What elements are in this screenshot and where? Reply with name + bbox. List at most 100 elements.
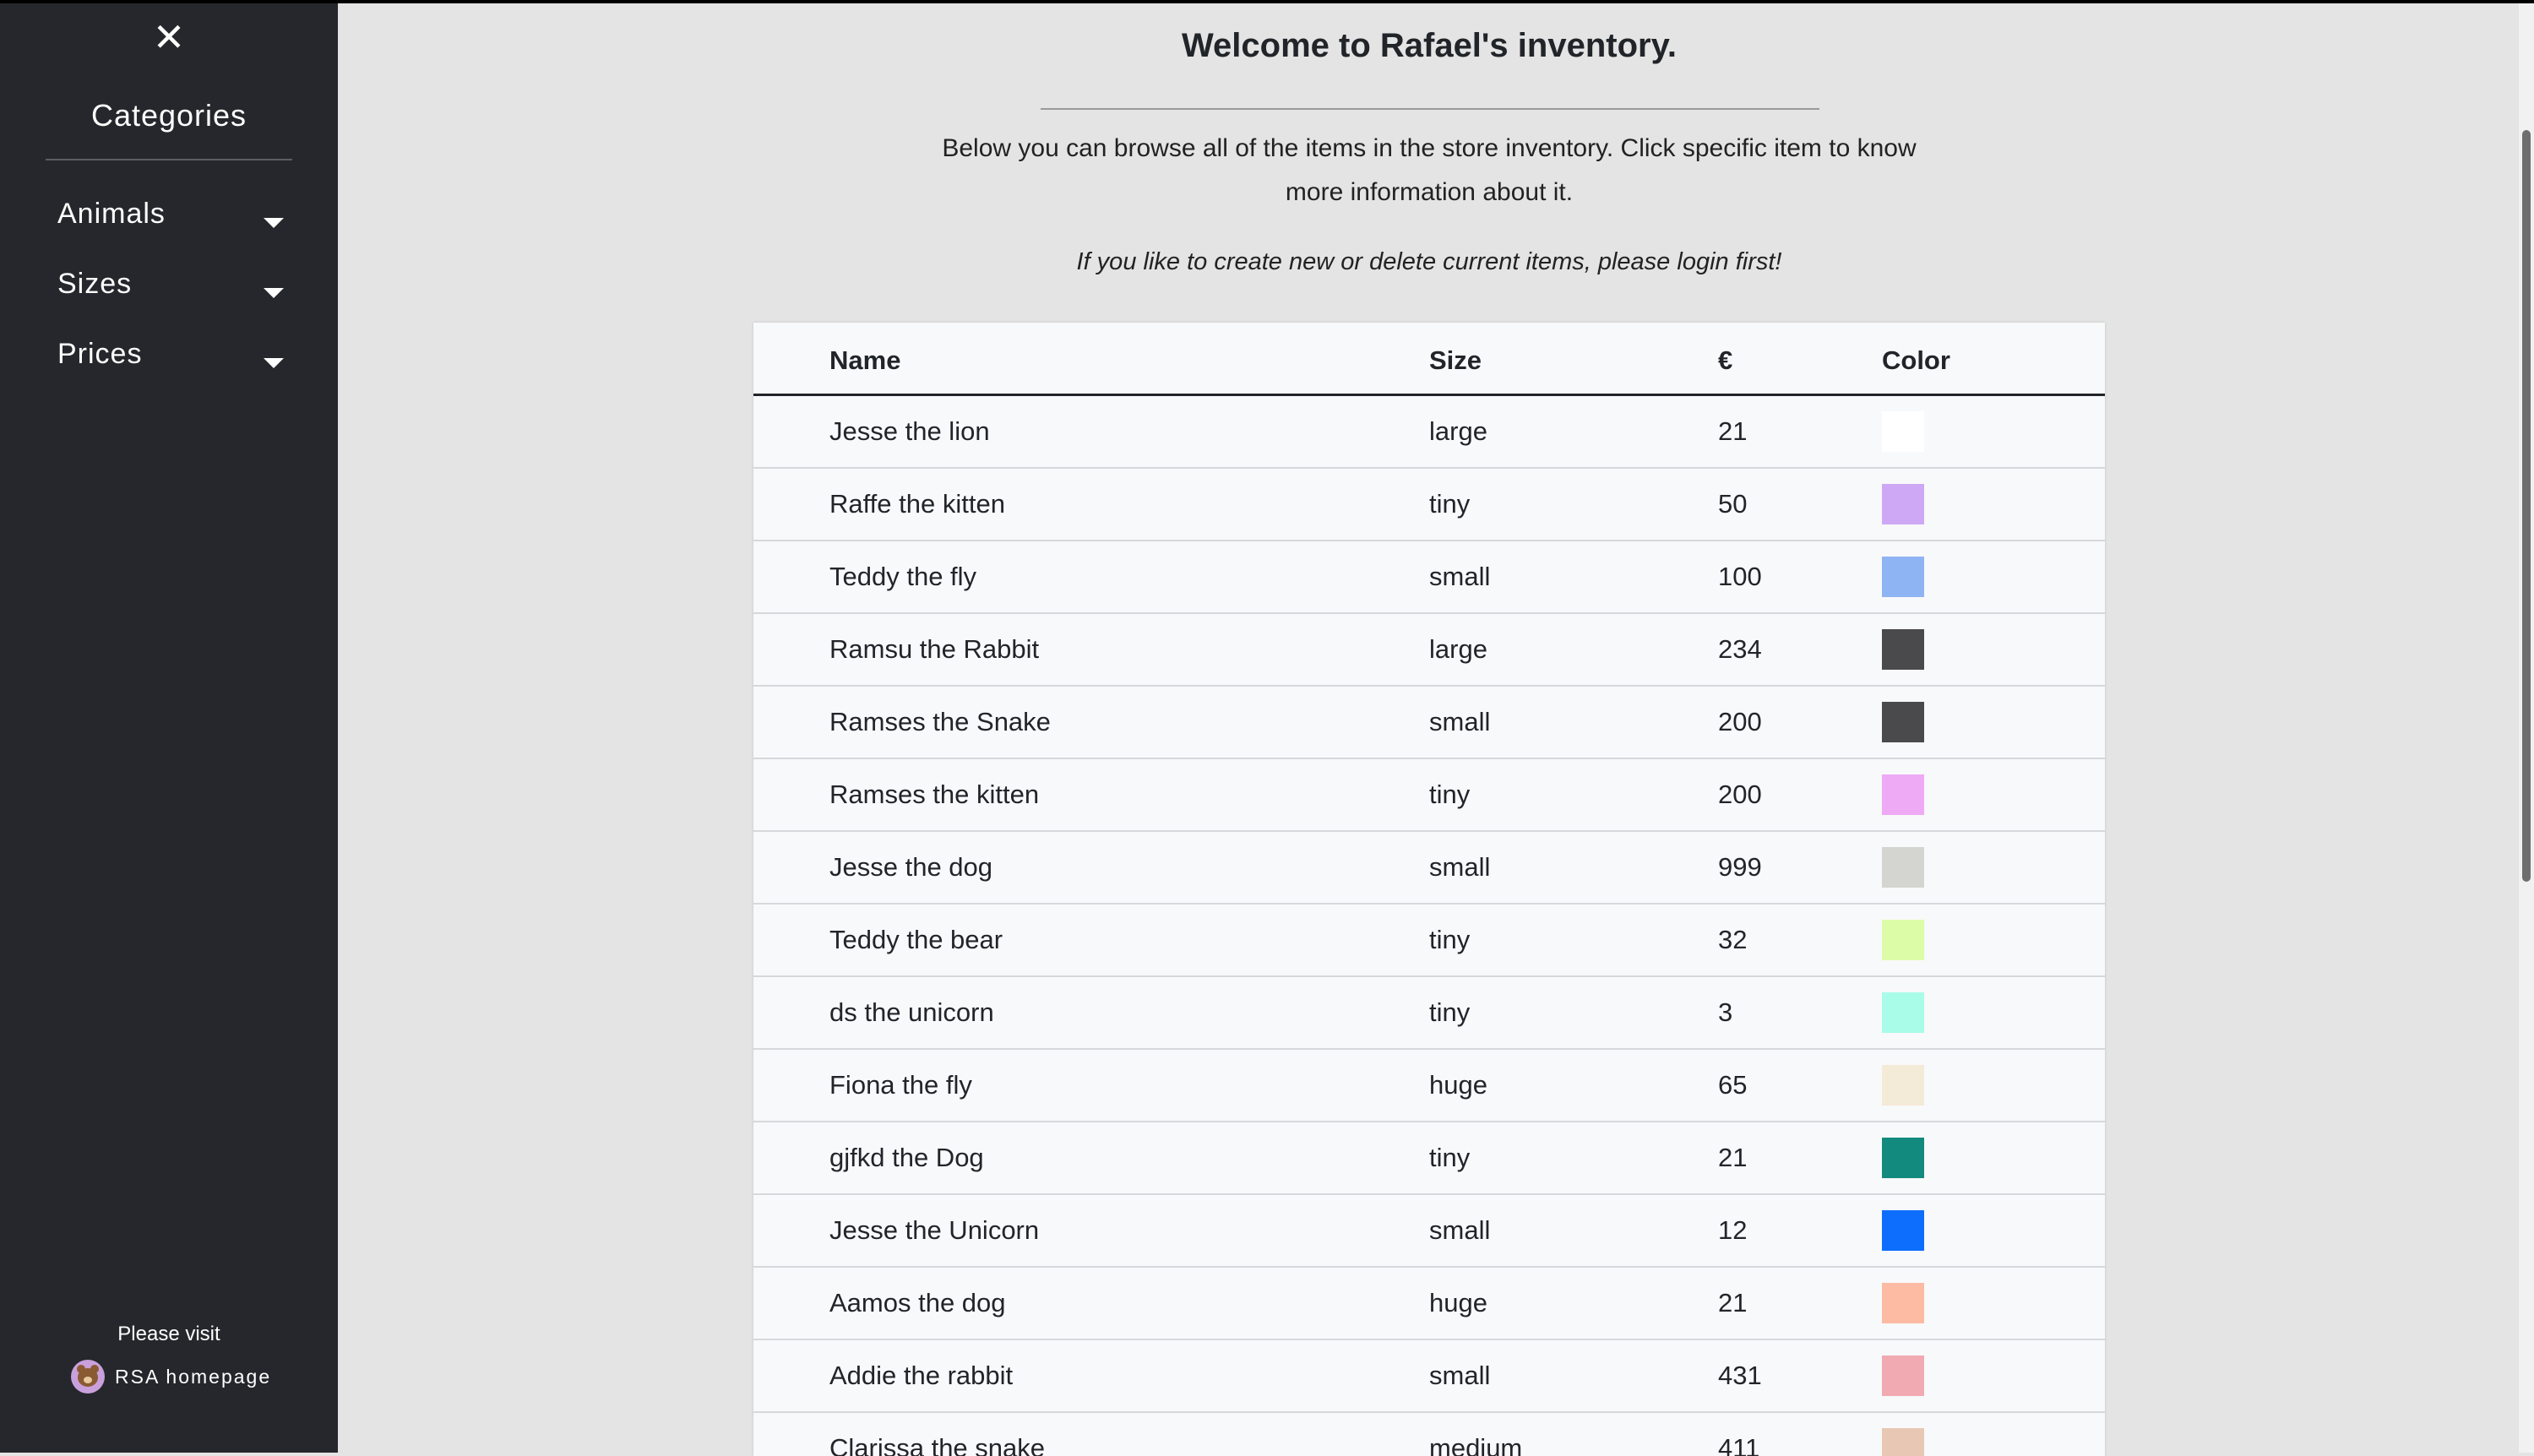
table-header: Name Size € Color	[753, 323, 2105, 396]
cell-price: 21	[1718, 416, 1748, 446]
table-row[interactable]: Fiona the fly huge 65	[753, 1050, 2105, 1122]
cell-name: gjfkd the Dog	[829, 1143, 984, 1172]
column-header-name[interactable]: Name	[829, 323, 900, 394]
intro-text: Below you can browse all of the items in…	[942, 134, 1917, 206]
table-row[interactable]: Raffe the kitten tiny 50	[753, 469, 2105, 541]
color-swatch	[1882, 1065, 1924, 1106]
caret-down-icon[interactable]	[264, 358, 284, 368]
cell-price: 411	[1718, 1433, 1760, 1456]
cell-price: 32	[1718, 925, 1748, 954]
table-row[interactable]: Teddy the bear tiny 32	[753, 905, 2105, 977]
cell-price: 200	[1718, 780, 1762, 809]
color-swatch	[1882, 1283, 1924, 1323]
color-swatch	[1882, 992, 1924, 1033]
cell-name: Jesse the Unicorn	[829, 1215, 1040, 1245]
close-sidebar-button[interactable]: ✕	[150, 15, 188, 59]
cell-size: small	[1429, 1215, 1491, 1245]
cell-size: huge	[1429, 1288, 1487, 1317]
table-row[interactable]: Ramses the kitten tiny 200	[753, 759, 2105, 832]
cell-name: Raffe the kitten	[829, 489, 1005, 519]
login-note: If you like to create new or delete curr…	[1076, 248, 1782, 275]
page-scrollbar[interactable]	[2519, 3, 2534, 1453]
cell-size: tiny	[1429, 997, 1471, 1027]
scrollbar-thumb[interactable]	[2522, 130, 2531, 882]
title-divider	[1041, 108, 1819, 110]
table-row[interactable]: Jesse the Unicorn small 12	[753, 1195, 2105, 1268]
column-header-price[interactable]: €	[1718, 323, 1732, 394]
categories-sidebar: ✕ Categories Animals Sizes Prices Please…	[0, 3, 338, 1453]
cell-name: Teddy the fly	[829, 562, 977, 591]
cell-name: Clarissa the snake	[829, 1433, 1046, 1456]
caret-down-icon[interactable]	[264, 288, 284, 298]
sidebar-item-sizes[interactable]: Sizes	[57, 263, 294, 310]
cell-price: 3	[1718, 997, 1733, 1027]
cell-name: Aamos the dog	[829, 1288, 1006, 1317]
column-header-color[interactable]: Color	[1882, 323, 1950, 394]
sidebar-item-label: Sizes	[57, 268, 133, 300]
inventory-table: Name Size € Color Jesse the lion large 21 R…	[753, 323, 2105, 1456]
cell-size: tiny	[1429, 780, 1471, 809]
cell-size: tiny	[1429, 1143, 1471, 1172]
cell-size: tiny	[1429, 925, 1471, 954]
cell-price: 65	[1718, 1070, 1748, 1100]
cell-size: small	[1429, 707, 1491, 736]
column-header-size[interactable]: Size	[1429, 323, 1482, 394]
color-swatch	[1882, 557, 1924, 597]
cell-size: small	[1429, 852, 1491, 882]
table-row[interactable]: Ramsu the Rabbit large 234	[753, 614, 2105, 687]
cell-name: Ramsu the Rabbit	[829, 634, 1040, 664]
cell-price: 431	[1718, 1361, 1762, 1390]
table-body: Jesse the lion large 21 Raffe the kitten tin…	[753, 396, 2105, 1456]
cell-name: ds the unicorn	[829, 997, 994, 1027]
color-swatch	[1882, 774, 1924, 815]
sidebar-item-label: Prices	[57, 338, 143, 370]
caret-down-icon[interactable]	[264, 218, 284, 228]
sidebar-item-label: Animals	[57, 198, 166, 230]
table-row[interactable]: Aamos the dog huge 21	[753, 1268, 2105, 1340]
bear-logo-icon	[71, 1360, 105, 1394]
visit-text: Please visit	[117, 1323, 220, 1345]
cell-name: Addie the rabbit	[829, 1361, 1014, 1390]
cell-name: Teddy the bear	[829, 925, 1003, 954]
table-row[interactable]: Addie the rabbit small 431	[753, 1340, 2105, 1413]
color-swatch	[1882, 1138, 1924, 1178]
sidebar-item-prices[interactable]: Prices	[57, 333, 294, 380]
cell-size: large	[1429, 416, 1487, 446]
table-row[interactable]: Jesse the dog small 999	[753, 832, 2105, 905]
color-swatch	[1882, 629, 1924, 670]
rsa-homepage-label[interactable]: RSA homepage	[115, 1366, 271, 1388]
table-row[interactable]: Teddy the fly small 100	[753, 541, 2105, 614]
color-swatch	[1882, 484, 1924, 524]
cell-price: 21	[1718, 1143, 1748, 1172]
cell-size: large	[1429, 634, 1487, 664]
cell-price: 234	[1718, 634, 1762, 664]
cell-name: Jesse the lion	[829, 416, 990, 446]
color-swatch	[1882, 920, 1924, 960]
table-row[interactable]: Jesse the lion large 21	[753, 396, 2105, 469]
color-swatch	[1882, 1210, 1924, 1251]
page-title: Welcome to Rafael's inventory.	[1182, 27, 1677, 64]
table-row[interactable]: Ramses the Snake small 200	[753, 687, 2105, 759]
cell-price: 50	[1718, 489, 1748, 519]
cell-name: Fiona the fly	[829, 1070, 972, 1100]
categories-divider	[46, 159, 292, 160]
color-swatch	[1882, 411, 1924, 452]
cell-name: Jesse the dog	[829, 852, 993, 882]
cell-price: 21	[1718, 1288, 1748, 1317]
table-row[interactable]: ds the unicorn tiny 3	[753, 977, 2105, 1050]
main-content: Welcome to Rafael's inventory. Below you…	[338, 3, 2519, 1456]
color-swatch	[1882, 1355, 1924, 1396]
cell-price: 100	[1718, 562, 1762, 591]
sidebar-item-animals[interactable]: Animals	[57, 193, 294, 240]
categories-title: Categories	[90, 98, 247, 133]
cell-size: huge	[1429, 1070, 1487, 1100]
cell-price: 12	[1718, 1215, 1748, 1245]
cell-price: 200	[1718, 707, 1762, 736]
cell-name: Ramses the kitten	[829, 780, 1040, 809]
cell-size: medium	[1429, 1433, 1523, 1456]
cell-name: Ramses the Snake	[829, 707, 1051, 736]
table-row[interactable]: Clarissa the snake medium 411	[753, 1413, 2105, 1456]
rsa-homepage-link[interactable]: RSA homepage	[71, 1358, 271, 1395]
color-swatch	[1882, 1428, 1924, 1456]
table-row[interactable]: gjfkd the Dog tiny 21	[753, 1122, 2105, 1195]
